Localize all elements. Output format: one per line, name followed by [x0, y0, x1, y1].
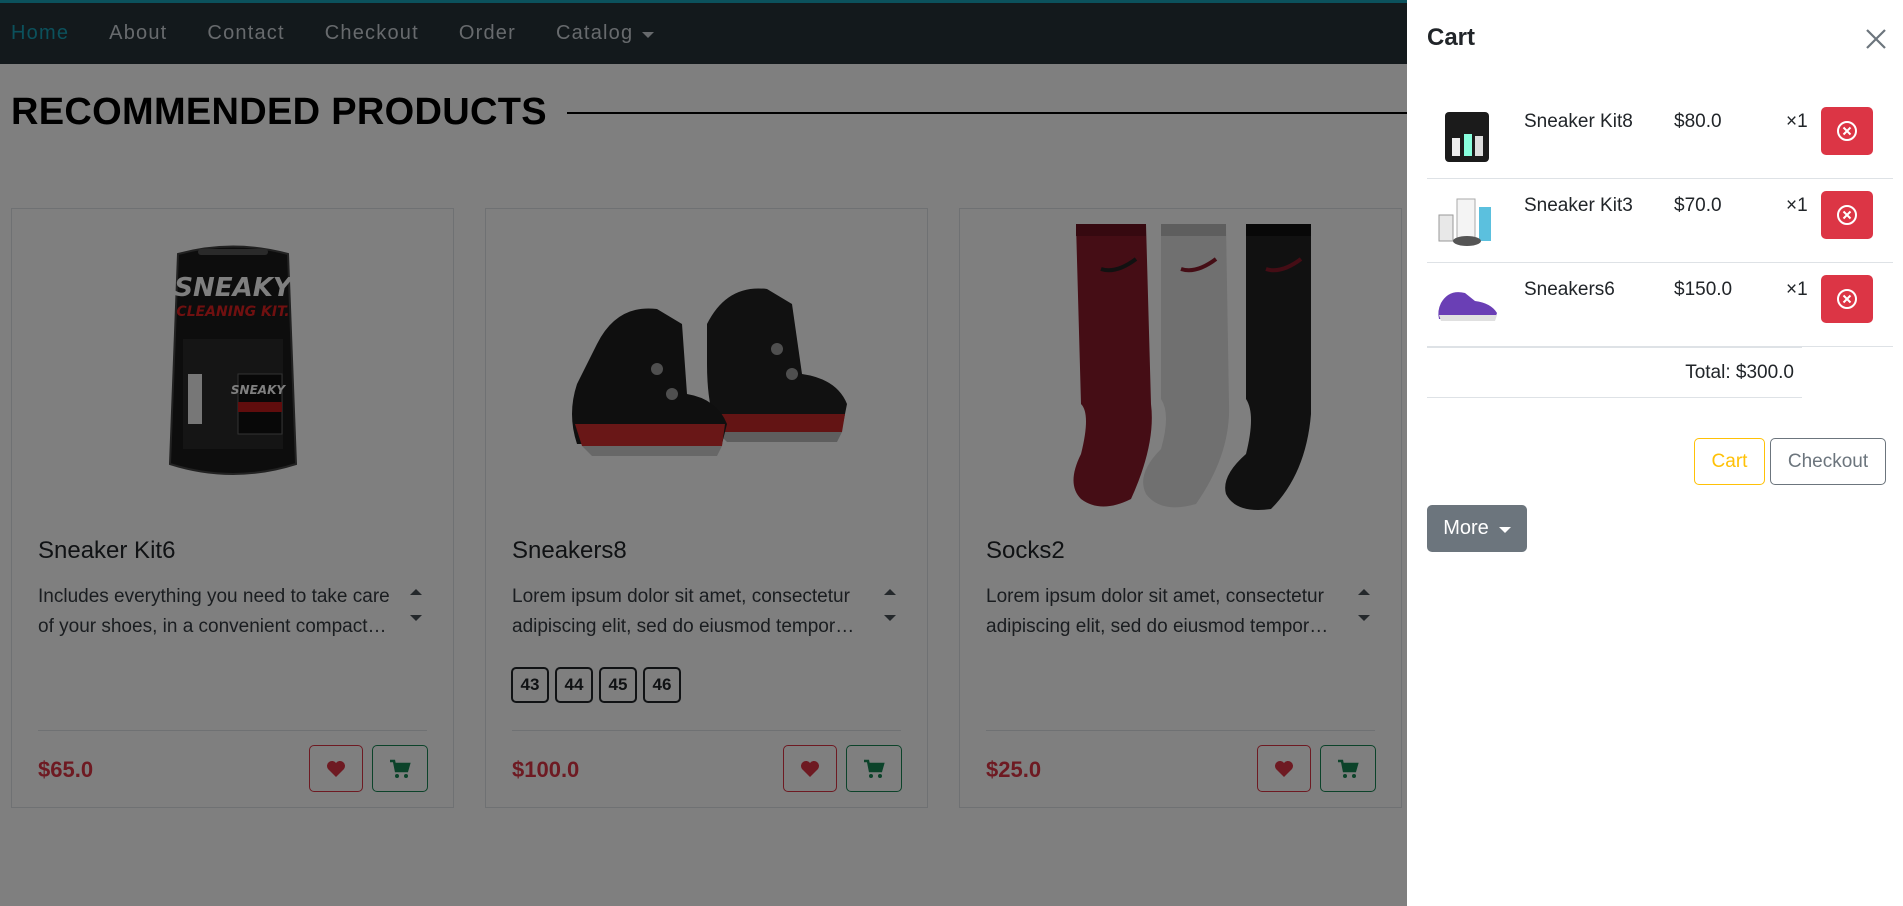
cleaning-kit-icon	[1438, 198, 1491, 246]
cart-item-name: Sneakers6	[1524, 279, 1615, 300]
cleaning-kit-icon	[1445, 112, 1489, 162]
remove-item-button[interactable]	[1821, 191, 1873, 239]
cart-total: Total: $300.0	[1685, 362, 1794, 383]
more-dropdown-button[interactable]: More	[1427, 505, 1527, 552]
cart-item: Sneakers6 $150.0 ×1	[1427, 263, 1893, 347]
cart-item-quantity: ×1	[1786, 279, 1808, 300]
cart-item-quantity: ×1	[1786, 111, 1808, 132]
close-button[interactable]	[1863, 26, 1889, 52]
cart-item-name: Sneaker Kit3	[1524, 195, 1633, 216]
view-cart-button[interactable]: Cart	[1694, 438, 1765, 485]
cart-item: Sneaker Kit8 $80.0 ×1	[1427, 95, 1893, 179]
more-button-label: More	[1443, 517, 1489, 539]
cart-item-thumbnail	[1435, 189, 1499, 253]
sneaker-icon	[1438, 292, 1497, 321]
cart-item-quantity: ×1	[1786, 195, 1808, 216]
x-circle-icon	[1837, 289, 1857, 309]
cart-item-name: Sneaker Kit8	[1524, 111, 1633, 132]
cart-item-thumbnail	[1435, 273, 1499, 337]
modal-backdrop[interactable]	[0, 0, 1407, 906]
cart-item-thumbnail	[1435, 105, 1499, 169]
cart-item-price: $150.0	[1674, 279, 1733, 300]
cart-item-list: Sneaker Kit8 $80.0 ×1 Sneaker Kit3 $70.0…	[1427, 95, 1893, 347]
remove-item-button[interactable]	[1821, 107, 1873, 155]
checkout-button[interactable]: Checkout	[1770, 438, 1886, 485]
chevron-down-icon	[1498, 526, 1511, 533]
cart-item: Sneaker Kit3 $70.0 ×1	[1427, 179, 1893, 263]
remove-item-button[interactable]	[1821, 275, 1873, 323]
x-circle-icon	[1837, 121, 1857, 141]
close-icon	[1866, 29, 1886, 49]
cart-title: Cart	[1427, 24, 1476, 51]
cart-item-price: $80.0	[1674, 111, 1722, 132]
cart-item-price: $70.0	[1674, 195, 1722, 216]
x-circle-icon	[1837, 205, 1857, 225]
cart-total-row: Total: $300.0	[1427, 347, 1802, 398]
